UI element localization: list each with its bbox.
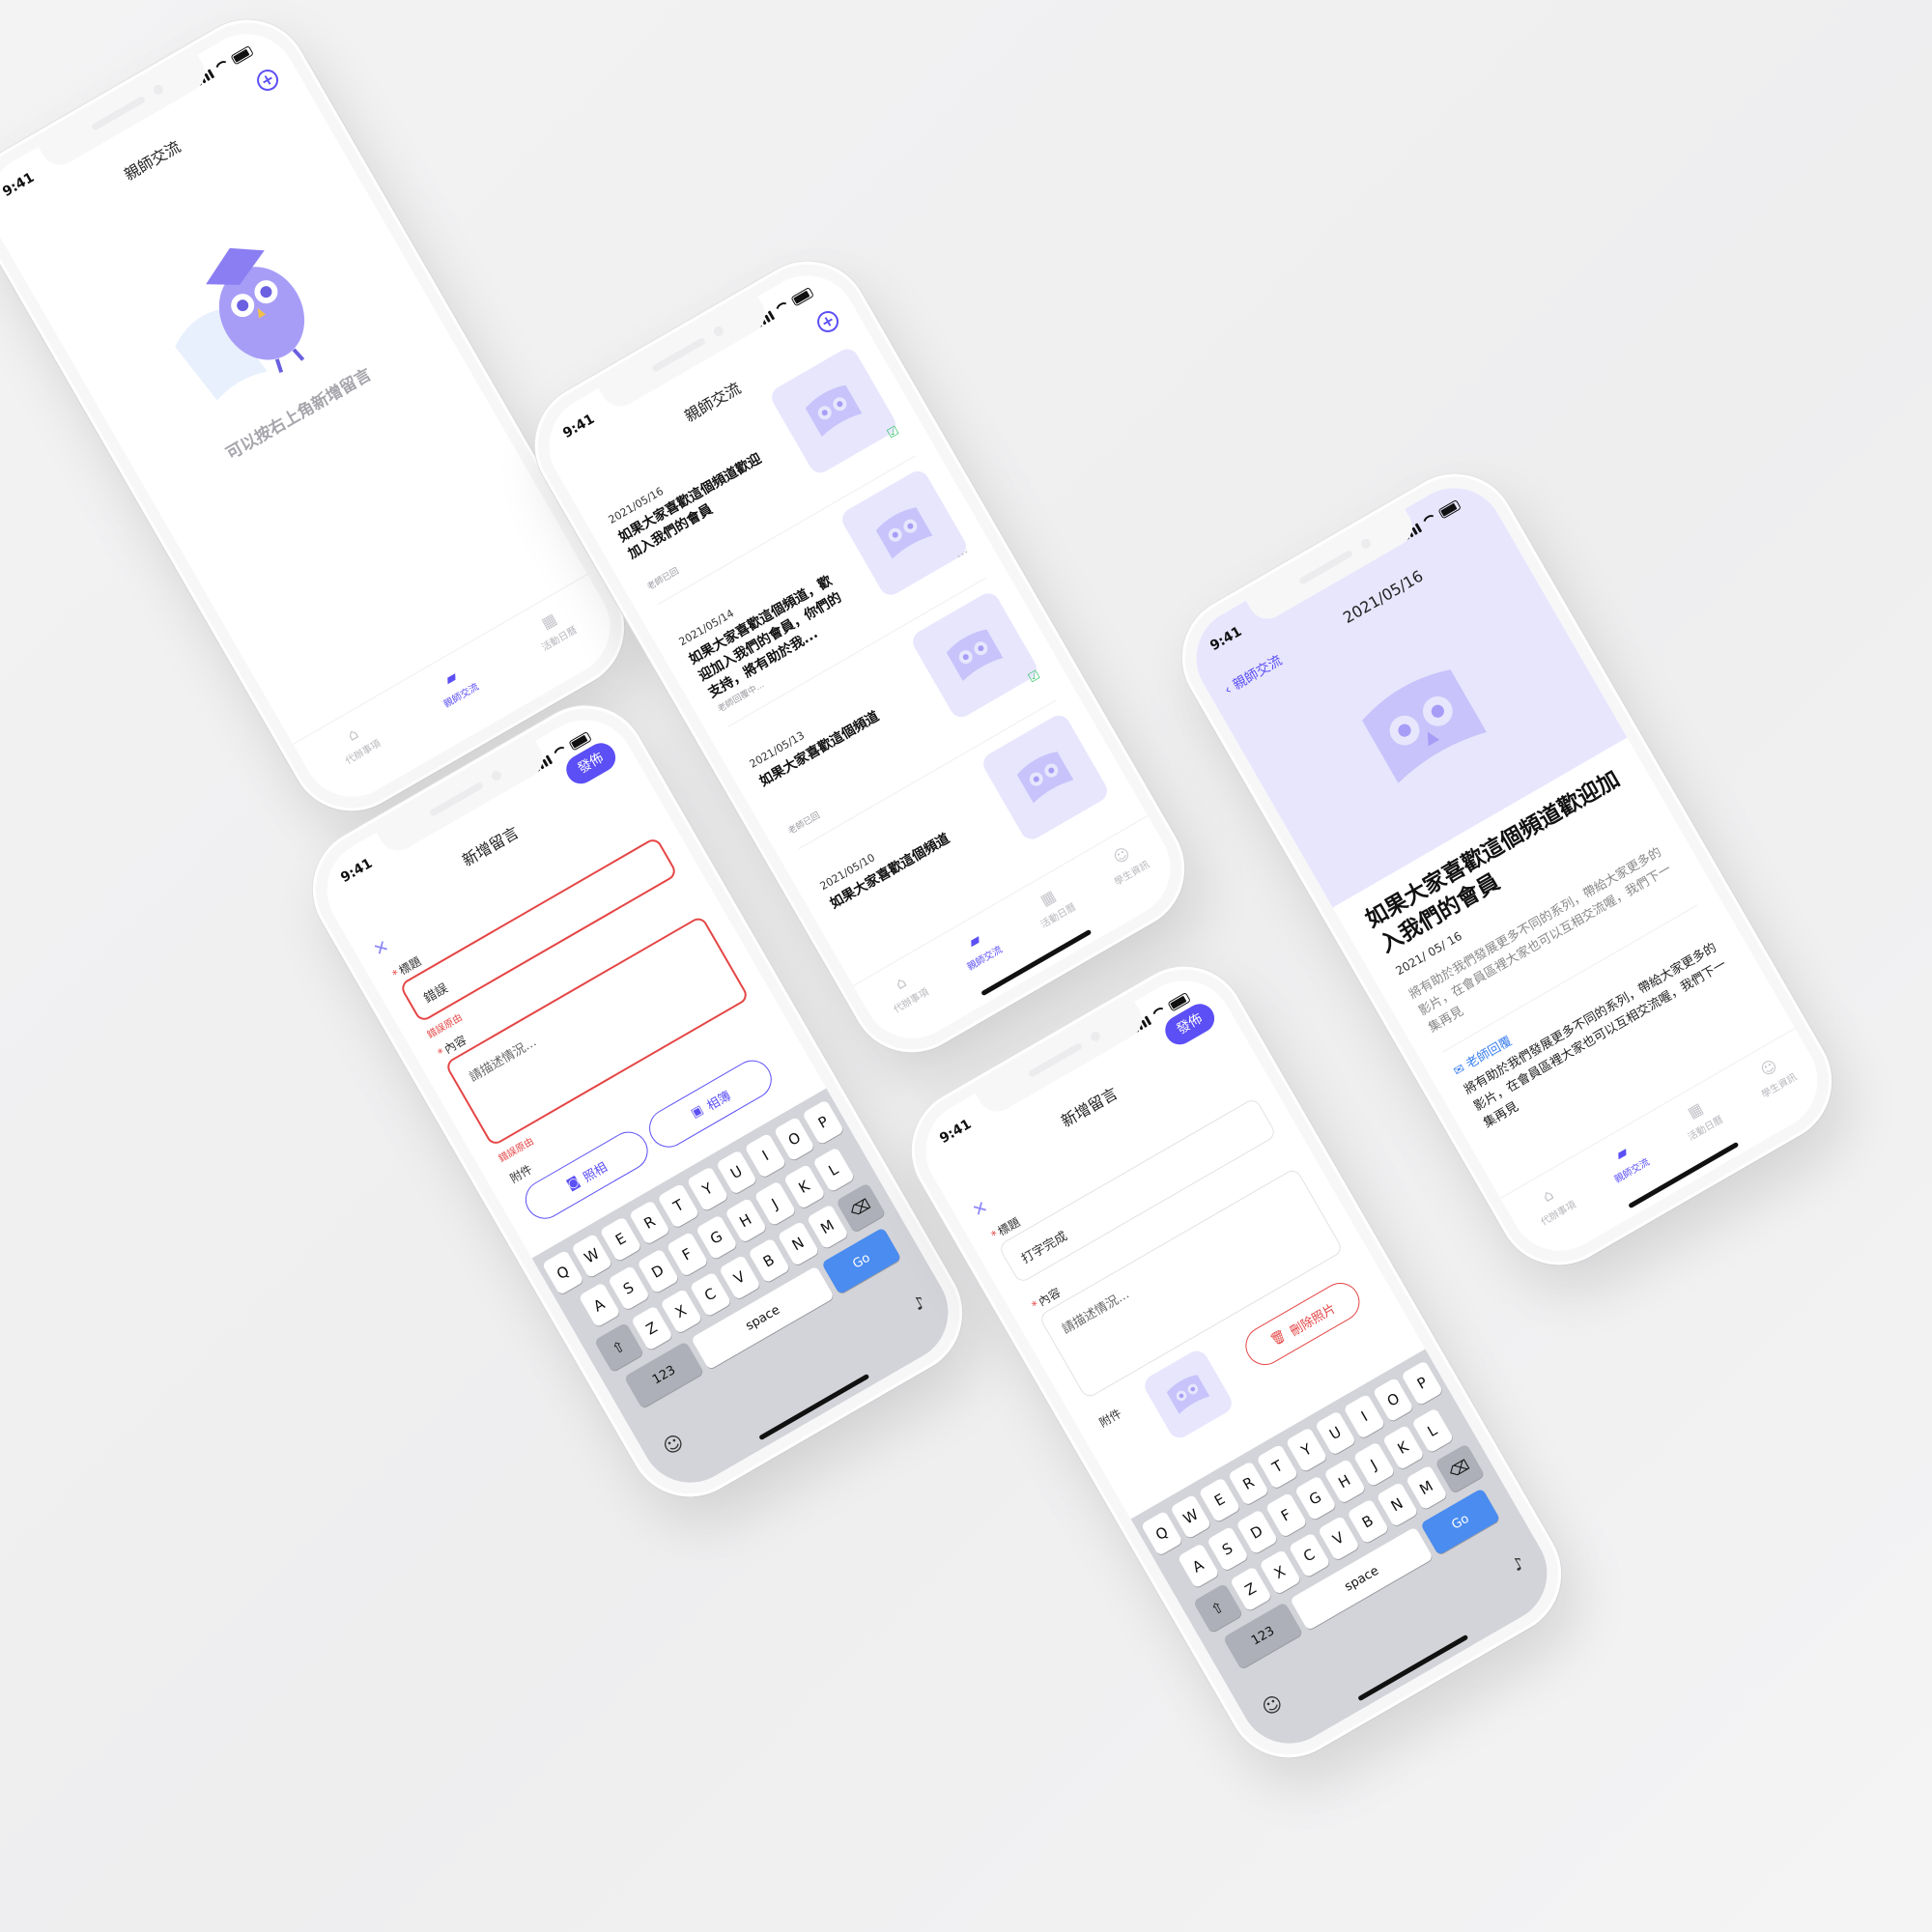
image-icon: ▣ bbox=[688, 1102, 706, 1122]
item-status: 老師已回 bbox=[786, 810, 822, 838]
delete-photo-label: 刪除照片 bbox=[1287, 1301, 1339, 1340]
tab-label: 代辦事項 bbox=[343, 738, 383, 767]
attachment-thumbnail[interactable] bbox=[1140, 1347, 1236, 1442]
battery-icon bbox=[1437, 498, 1462, 520]
tab-calendar[interactable]: ▦ 活動日曆 bbox=[1028, 882, 1077, 930]
calendar-icon: ▦ bbox=[1037, 886, 1059, 910]
home-indicator bbox=[1357, 1634, 1469, 1702]
tab-calendar[interactable]: ▦ 活動日曆 bbox=[1675, 1094, 1724, 1143]
tab-todo[interactable]: ⌂ 代辦事項 bbox=[880, 967, 930, 1015]
tab-label: 代辦事項 bbox=[892, 986, 931, 1015]
owl-logo-icon bbox=[1362, 669, 1487, 783]
mic-icon[interactable]: ♪ bbox=[1509, 1553, 1528, 1577]
chat-icon: ▰ bbox=[440, 666, 461, 689]
wifi-icon bbox=[773, 298, 793, 317]
status-time: 9:41 bbox=[560, 411, 598, 442]
home-indicator bbox=[758, 1373, 870, 1441]
replied-check-icon: ☑ bbox=[1026, 668, 1043, 687]
home-icon: ⌂ bbox=[892, 972, 910, 993]
wifi-icon bbox=[213, 57, 233, 75]
chat-icon: ▰ bbox=[964, 928, 984, 952]
status-time: 9:41 bbox=[1208, 623, 1245, 655]
camera-label: 照相 bbox=[581, 1159, 611, 1185]
home-icon: ⌂ bbox=[1539, 1184, 1557, 1206]
status-time: 9:41 bbox=[937, 1116, 975, 1148]
status-time: 9:41 bbox=[0, 169, 38, 201]
close-icon[interactable]: ✕ bbox=[370, 936, 393, 961]
home-icon: ⌂ bbox=[343, 723, 362, 745]
close-icon[interactable]: ✕ bbox=[969, 1197, 992, 1222]
battery-icon bbox=[568, 730, 592, 752]
trash-icon: 🗑 bbox=[1267, 1327, 1290, 1349]
owl-thumbnail bbox=[838, 467, 971, 600]
tab-calendar[interactable]: ▦ 活動日曆 bbox=[528, 605, 579, 653]
calendar-icon: ▦ bbox=[537, 609, 560, 633]
tab-exchange[interactable]: ▰ 親師交流 bbox=[953, 924, 1004, 973]
item-status: 老師已回 bbox=[645, 566, 681, 593]
calendar-icon: ▦ bbox=[1684, 1098, 1706, 1122]
battery-icon bbox=[790, 286, 814, 307]
owl-thumbnail bbox=[979, 711, 1112, 843]
tab-student[interactable]: ☺ 學生資訊 bbox=[1748, 1052, 1799, 1100]
emoji-icon[interactable]: ☺ bbox=[659, 1430, 688, 1460]
screen: 9:41 親師交流 + 可以按右上角新增留言 ⌂ 代辦事項 ▰ 親師交流 ▦ 活動日曆 bbox=[0, 15, 629, 815]
battery-icon bbox=[230, 44, 254, 66]
chat-icon: ▰ bbox=[1611, 1141, 1632, 1164]
mic-icon[interactable]: ♪ bbox=[910, 1293, 929, 1316]
tab-todo[interactable]: ⌂ 代辦事項 bbox=[332, 718, 383, 767]
album-label: 相簿 bbox=[704, 1088, 734, 1114]
attach-label: 附件 bbox=[1096, 1406, 1124, 1431]
camera-icon: ◙ bbox=[564, 1173, 582, 1193]
tab-exchange[interactable]: ▰ 親師交流 bbox=[1601, 1137, 1651, 1185]
tab-label: 代辦事項 bbox=[1539, 1199, 1578, 1228]
tab-exchange[interactable]: ▰ 親師交流 bbox=[430, 662, 480, 710]
tab-todo[interactable]: ⌂ 代辦事項 bbox=[1527, 1179, 1577, 1228]
owl-thumbnail bbox=[908, 588, 1041, 722]
wifi-icon bbox=[1420, 511, 1440, 529]
tab-student[interactable]: ☺ 學生資訊 bbox=[1101, 839, 1151, 888]
battery-icon bbox=[1167, 991, 1191, 1012]
replied-check-icon: ☑ bbox=[885, 423, 902, 442]
wifi-icon bbox=[1150, 1004, 1170, 1022]
wifi-icon bbox=[551, 743, 571, 761]
status-time: 9:41 bbox=[338, 855, 376, 887]
attach-label: 附件 bbox=[507, 1162, 535, 1186]
emoji-icon[interactable]: ☺ bbox=[1258, 1690, 1287, 1720]
